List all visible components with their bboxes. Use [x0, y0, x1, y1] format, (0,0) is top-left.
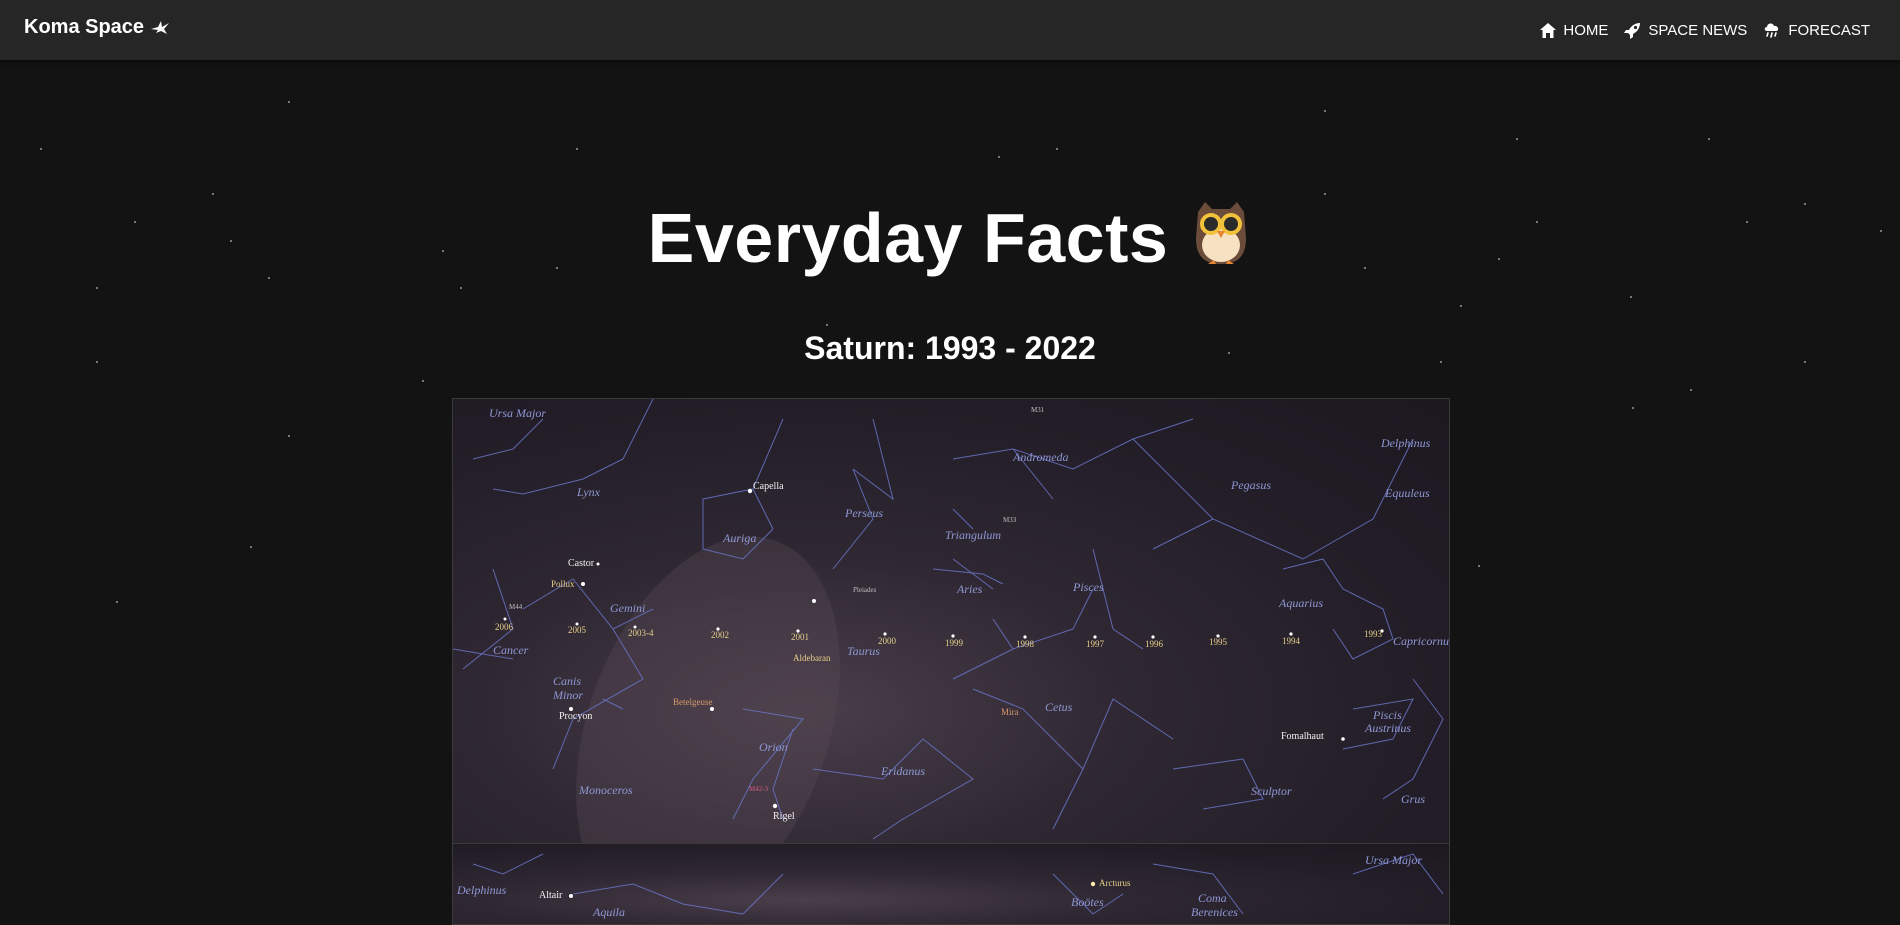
home-icon [1540, 22, 1557, 38]
svg-text:Lynx: Lynx [576, 485, 601, 499]
nav-home-label: HOME [1563, 21, 1609, 39]
nav-forecast-label: FORECAST [1788, 21, 1870, 39]
svg-text:Fomalhaut: Fomalhaut [1281, 731, 1324, 742]
svg-text:Piscis: Piscis [1372, 708, 1402, 722]
svg-text:M42-3: M42-3 [749, 785, 769, 793]
svg-text:Capella: Capella [753, 481, 784, 492]
svg-text:Sculptor: Sculptor [1251, 784, 1292, 798]
svg-text:Castor: Castor [568, 558, 595, 569]
svg-text:1998: 1998 [1016, 639, 1035, 649]
sky-map-image-lower: Delphinus Altair Aquila Arcturus Boötes … [452, 843, 1450, 925]
svg-text:Mira: Mira [1001, 707, 1019, 717]
flying-bird-icon [150, 20, 170, 36]
svg-text:Gemini: Gemini [610, 601, 645, 615]
brand-link[interactable]: Koma Space [24, 16, 170, 39]
svg-text:2001: 2001 [791, 632, 809, 642]
svg-text:Taurus: Taurus [847, 644, 880, 658]
svg-text:Delphinus: Delphinus [456, 883, 507, 897]
svg-text:M33: M33 [1003, 516, 1017, 524]
svg-text:Arcturus: Arcturus [1099, 878, 1131, 888]
svg-text:Cancer: Cancer [493, 643, 529, 657]
svg-text:Equuleus: Equuleus [1384, 486, 1430, 500]
svg-text:Altair: Altair [539, 890, 563, 901]
svg-text:Cetus: Cetus [1045, 700, 1073, 714]
svg-text:Canis: Canis [553, 674, 581, 688]
svg-text:M31: M31 [1031, 406, 1045, 414]
svg-text:Ursa Major: Ursa Major [489, 406, 546, 420]
nav-space-news[interactable]: SPACE NEWS [1624, 22, 1747, 39]
svg-text:1996: 1996 [1145, 639, 1164, 649]
brand-name: Koma Space [24, 16, 145, 38]
svg-text:Pleiades: Pleiades [853, 586, 877, 594]
svg-text:Andromeda: Andromeda [1012, 450, 1069, 464]
svg-text:Aldebaran: Aldebaran [793, 653, 831, 663]
svg-text:Rigel: Rigel [773, 811, 795, 822]
svg-text:1993: 1993 [1364, 629, 1383, 639]
svg-text:2005: 2005 [568, 625, 587, 635]
rocket-icon [1624, 22, 1641, 39]
svg-text:Pisces: Pisces [1072, 580, 1104, 594]
svg-text:Procyon: Procyon [559, 711, 592, 722]
svg-text:Pollux: Pollux [551, 579, 575, 589]
svg-text:Capricornus: Capricornus [1393, 634, 1450, 648]
svg-text:Grus: Grus [1401, 792, 1425, 806]
svg-text:Orion: Orion [759, 740, 788, 754]
svg-text:2000: 2000 [878, 636, 897, 646]
svg-text:Auriga: Auriga [722, 531, 756, 545]
svg-text:Aries: Aries [956, 582, 983, 596]
svg-text:Eridanus: Eridanus [880, 764, 925, 778]
page-title: Everyday Facts [0, 196, 1900, 286]
svg-text:1997: 1997 [1086, 639, 1105, 649]
svg-text:Aquarius: Aquarius [1278, 596, 1323, 610]
svg-text:Pegasus: Pegasus [1230, 478, 1271, 492]
svg-text:Aquila: Aquila [592, 905, 625, 919]
svg-text:M44: M44 [509, 603, 523, 611]
nav-home[interactable]: HOME [1540, 22, 1608, 39]
svg-text:Coma: Coma [1198, 891, 1227, 905]
sky-map-image: Ursa Major Lynx Capella Auriga Perseus A… [452, 398, 1450, 844]
svg-text:1999: 1999 [945, 638, 964, 648]
nav-links: HOME SPACE NEWS FORECAST [1540, 0, 1870, 60]
svg-text:2002: 2002 [711, 630, 729, 640]
svg-text:Delphinus: Delphinus [1380, 436, 1431, 450]
svg-text:1995: 1995 [1209, 637, 1228, 647]
nav-space-news-label: SPACE NEWS [1648, 21, 1748, 39]
svg-text:Triangulum: Triangulum [945, 528, 1001, 542]
svg-text:2003-4: 2003-4 [628, 628, 654, 638]
svg-text:Berenices: Berenices [1191, 905, 1238, 919]
svg-text:Betelgeuse: Betelgeuse [673, 697, 713, 707]
nav-forecast[interactable]: FORECAST [1763, 21, 1870, 39]
svg-text:Perseus: Perseus [844, 506, 883, 520]
svg-text:2006: 2006 [495, 622, 514, 632]
svg-text:Boötes: Boötes [1071, 895, 1104, 909]
svg-text:Austrinus: Austrinus [1364, 721, 1411, 735]
svg-text:Minor: Minor [552, 688, 583, 702]
page-title-text: Everyday Facts [647, 199, 1169, 277]
navbar: Koma Space HOME SPACE NEWS FORECAST [0, 0, 1900, 60]
svg-text:Monoceros: Monoceros [578, 783, 633, 797]
svg-text:Ursa Major: Ursa Major [1365, 853, 1422, 867]
owl-icon [1190, 198, 1252, 286]
svg-text:1994: 1994 [1282, 636, 1301, 646]
cloud-rain-icon [1763, 21, 1781, 39]
page-subtitle: Saturn: 1993 - 2022 [804, 330, 1096, 366]
